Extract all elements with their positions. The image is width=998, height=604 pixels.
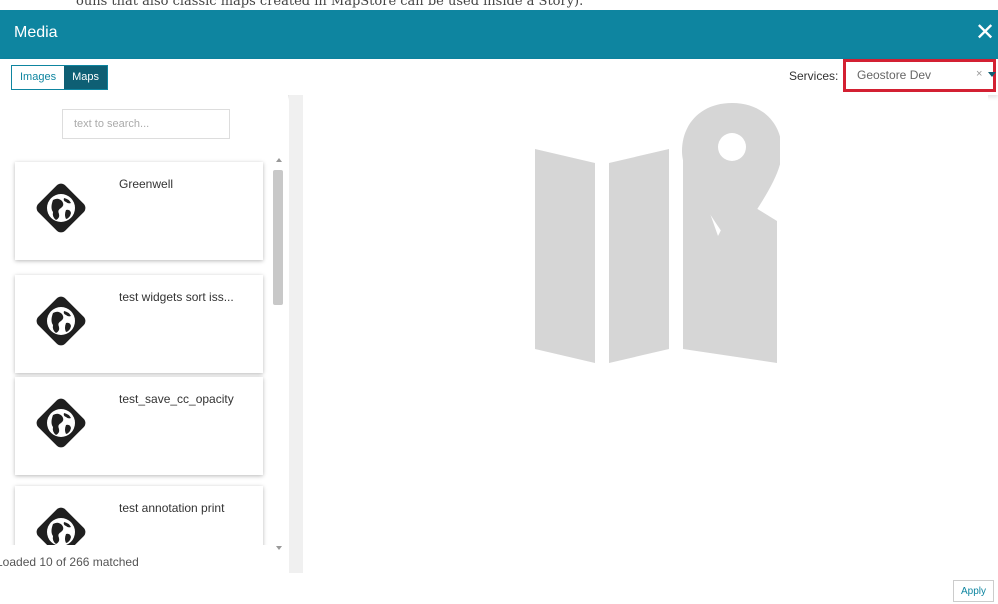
globe-icon: [36, 183, 86, 233]
globe-icon: [36, 296, 86, 346]
loaded-count-status: Loaded 10 of 266 matched: [0, 555, 139, 569]
map-title: test_save_cc_opacity: [119, 392, 234, 406]
tab-maps[interactable]: Maps: [64, 66, 107, 89]
tab-images[interactable]: Images: [12, 66, 65, 89]
globe-icon: [36, 398, 86, 448]
scroll-down-arrow-icon[interactable]: [276, 546, 282, 550]
apply-button[interactable]: Apply: [953, 580, 994, 602]
scrollbar-thumb[interactable]: [273, 170, 283, 305]
document-caption: ouns that also classic maps created in M…: [76, 0, 584, 8]
maps-list-panel: Greenwell test widgets sort iss... test_…: [0, 95, 288, 573]
services-selected-value: Geostore Dev: [857, 68, 932, 82]
map-title: Greenwell: [119, 177, 174, 191]
list-item[interactable]: test annotation print: [15, 486, 263, 545]
modal-footer: [0, 573, 998, 604]
modal-title: Media: [14, 24, 58, 41]
scroll-up-arrow-icon[interactable]: [276, 158, 282, 162]
list-item[interactable]: test_save_cc_opacity: [15, 377, 263, 475]
maps-list: Greenwell test widgets sort iss... test_…: [0, 155, 288, 545]
close-icon[interactable]: ✕: [974, 20, 996, 46]
map-title: test annotation print: [119, 501, 225, 515]
map-pin-icon: [535, 103, 780, 363]
media-toolbar: Images Maps Services: Geostore Dev ×: [0, 59, 998, 95]
list-item[interactable]: test widgets sort iss...: [15, 275, 263, 373]
services-label: Services:: [789, 69, 839, 83]
search-input[interactable]: [62, 109, 230, 139]
chevron-down-icon[interactable]: [988, 72, 996, 77]
media-type-switch: Images Maps: [11, 65, 108, 90]
list-item[interactable]: Greenwell: [15, 162, 263, 260]
modal-header: Media ✕: [0, 10, 998, 59]
services-dropdown[interactable]: Geostore Dev ×: [843, 59, 996, 92]
list-scrollbar[interactable]: [272, 158, 286, 550]
map-title: test widgets sort iss...: [119, 290, 234, 304]
map-preview-panel: [289, 95, 988, 573]
globe-icon: [36, 507, 86, 545]
clear-selection-icon[interactable]: ×: [976, 68, 982, 80]
